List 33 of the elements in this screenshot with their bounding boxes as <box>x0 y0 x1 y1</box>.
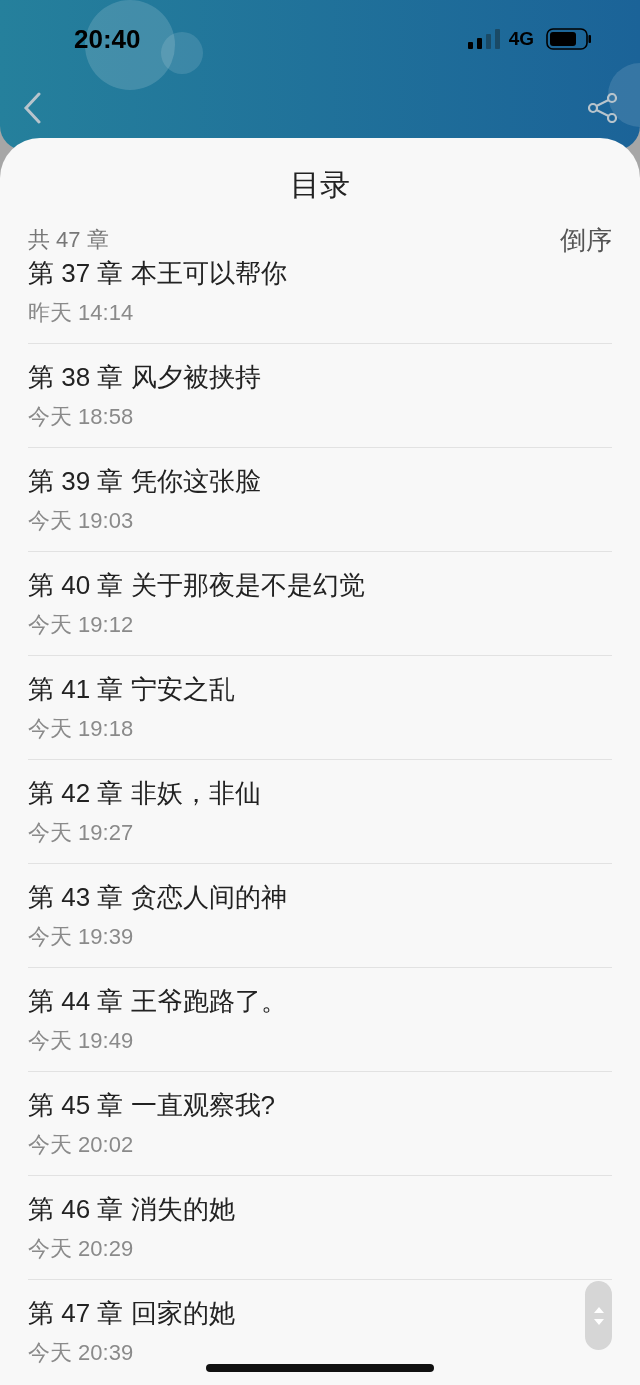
chapter-title[interactable]: 第 42 章 非妖，非仙 <box>28 774 261 812</box>
status-time: 20:40 <box>74 23 141 55</box>
chapter-time: 今天 19:49 <box>28 1027 135 1055</box>
chapter-time: 昨天 14:14 <box>28 299 135 327</box>
chapter-time: 今天 19:39 <box>28 923 135 951</box>
chapter-title[interactable]: 第 47 章 回家的她 <box>28 1294 235 1332</box>
chapter-title[interactable]: 第 40 章 关于那夜是不是幻觉 <box>28 566 365 604</box>
chapter-title[interactable]: 第 44 章 王爷跑路了。 <box>28 982 287 1020</box>
sheet-title: 目录 <box>290 168 350 201</box>
chapter-title[interactable]: 第 45 章 一直观察我? <box>28 1086 276 1124</box>
sort-link[interactable]: 倒序 <box>560 222 612 258</box>
bubble-drawing <box>606 62 640 128</box>
chapter-title[interactable]: 第 39 章 凭你这张脸 <box>28 462 261 500</box>
chapter-time: 今天 20:29 <box>28 1235 135 1263</box>
chapter-time: 今天 19:03 <box>28 507 135 535</box>
chapter-title[interactable]: 第 41 章 宁安之乱 <box>28 670 235 708</box>
chapter-time: 今天 19:12 <box>28 611 135 639</box>
signal-icon <box>467 29 501 49</box>
chapter-title[interactable]: 第 46 章 消失的她 <box>28 1190 235 1228</box>
chapter-time: 今天 19:27 <box>28 819 135 847</box>
chapter-title[interactable]: 第 38 章 风夕被挟持 <box>28 358 261 396</box>
back-icon[interactable] <box>22 92 42 124</box>
chapter-title[interactable]: 第 43 章 贪恋人间的神 <box>28 878 287 916</box>
chapter-time: 今天 20:02 <box>28 1131 135 1159</box>
network-label: 4G <box>508 28 534 50</box>
chapter-count: 共 47 章 <box>28 226 109 254</box>
chapter-time: 今天 19:18 <box>28 715 135 743</box>
chapter-title[interactable]: 第 37 章 本王可以帮你 <box>28 254 287 292</box>
chapter-time: 今天 18:58 <box>28 403 135 431</box>
scroll-handle[interactable] <box>585 1281 612 1350</box>
share-icon[interactable] <box>588 93 618 123</box>
chapter-time: 今天 20:39 <box>28 1339 135 1367</box>
battery-icon <box>546 28 592 50</box>
